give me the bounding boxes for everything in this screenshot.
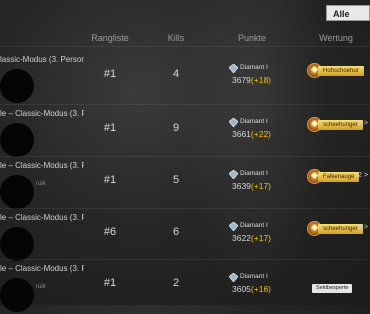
match-rank: #1: [103, 174, 117, 186]
avatar: [0, 69, 34, 103]
title-badge[interactable]: Sektbesperte: [312, 284, 353, 293]
match-kills: 5: [172, 174, 180, 186]
match-mode: lassic-Modus (3. Person): [0, 55, 84, 64]
row-divider: [0, 259, 370, 260]
avatar: [0, 278, 34, 312]
points-value: 3605(+16): [232, 284, 271, 294]
match-mode: le – Classic-Modus (3. P: [0, 264, 84, 273]
match-row[interactable]: le – Classic-Modus (3. P ruik #1 2 Diama…: [0, 262, 370, 314]
diamond-tier-icon: [229, 273, 238, 282]
avatar: [0, 123, 34, 157]
tier-label: Diamant I: [240, 222, 268, 229]
filter-dropdown[interactable]: Alle: [326, 5, 370, 21]
match-mode: le – Classic-Modus (3. P: [0, 213, 84, 222]
diamond-tier-icon: [229, 64, 238, 73]
match-kills: 4: [172, 68, 180, 80]
match-row[interactable]: lassic-Modus (3. Person) #1 4 Diamant I …: [0, 53, 370, 105]
points-delta: (+17): [250, 181, 272, 191]
tier-label: Diamant I: [240, 64, 268, 71]
row-divider: [0, 208, 370, 209]
diamond-tier-icon: [229, 118, 238, 127]
points-delta: (+17): [250, 233, 272, 243]
match-row[interactable]: le – Classic-Modus (3. P #6 6 Diamant I …: [0, 211, 370, 263]
tier-label: Diamant I: [240, 273, 268, 280]
points-total: 3679: [232, 75, 251, 85]
title-badge[interactable]: scheehunger: [318, 224, 363, 234]
points-total: 3605: [232, 284, 251, 294]
match-rank: #1: [103, 68, 117, 80]
tier-label: Diamant I: [240, 118, 268, 125]
match-sub: ruik: [36, 181, 46, 187]
column-header-rank: Rangliste: [91, 33, 129, 43]
row-divider: [0, 104, 370, 105]
more-titles-button[interactable]: 2 >: [358, 172, 368, 179]
row-divider: [0, 156, 370, 157]
column-header-kills: Kills: [167, 33, 185, 43]
row-divider: [0, 46, 370, 47]
match-row[interactable]: le – Classic-Modus (3. P ruik #1 5 Diama…: [0, 159, 370, 211]
points-total: 3661: [232, 129, 251, 139]
match-kills: 9: [172, 122, 180, 134]
match-sub: ruik: [36, 284, 46, 290]
diamond-tier-icon: [229, 170, 238, 179]
points-value: 3622(+17): [232, 233, 271, 243]
points-delta: (+16): [250, 284, 272, 294]
match-kills: 2: [172, 277, 180, 289]
match-mode: le – Classic-Modus (3. P: [0, 109, 84, 118]
points-value: 3661(+22): [232, 129, 271, 139]
more-titles-button[interactable]: 2 >: [358, 120, 368, 127]
points-total: 3639: [232, 181, 251, 191]
title-badge[interactable]: Hohschoehur: [318, 66, 364, 76]
match-rank: #6: [103, 226, 117, 238]
diamond-tier-icon: [229, 222, 238, 231]
title-badge[interactable]: Falkenauge: [318, 172, 360, 182]
avatar: [0, 175, 34, 209]
avatar: [0, 227, 34, 261]
match-mode: le – Classic-Modus (3. P: [0, 161, 84, 170]
points-total: 3622: [232, 233, 251, 243]
points-value: 3679(+18): [232, 75, 271, 85]
match-row[interactable]: le – Classic-Modus (3. P #1 9 Diamant I …: [0, 107, 370, 159]
more-titles-button[interactable]: 2 >: [358, 224, 368, 231]
match-rank: #1: [103, 277, 117, 289]
column-header-rating: Wertung: [319, 33, 353, 43]
column-header-points: Punkte: [237, 33, 267, 43]
tier-label: Diamant I: [240, 170, 268, 177]
title-badge[interactable]: scheehunger: [318, 120, 363, 130]
points-delta: (+18): [250, 75, 272, 85]
points-value: 3639(+17): [232, 181, 271, 191]
points-delta: (+22): [250, 129, 272, 139]
match-kills: 6: [172, 226, 180, 238]
match-rank: #1: [103, 122, 117, 134]
